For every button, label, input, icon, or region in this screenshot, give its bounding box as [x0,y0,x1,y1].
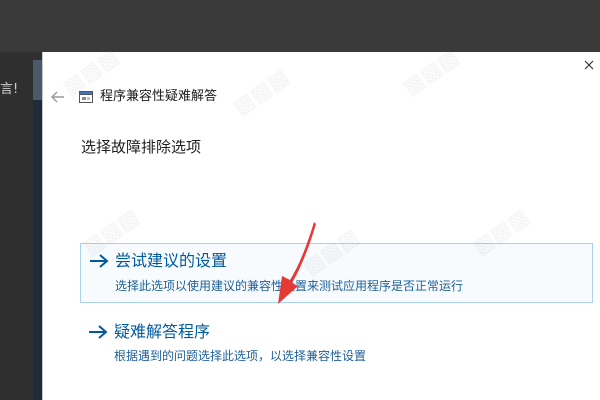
close-icon [584,60,594,70]
compatibility-troubleshooter-icon [79,91,93,103]
close-button[interactable] [577,52,600,78]
dialog-title: 程序兼容性疑难解答 [100,89,218,104]
option-try-recommended-settings[interactable]: 尝试建议的设置 选择此选项以使用建议的兼容性设置来测试应用程序是否正常运行 [80,243,593,303]
background-edge-decoration [33,60,42,100]
back-button[interactable] [49,89,67,105]
troubleshooter-dialog: 程序兼容性疑难解答 选择故障排除选项 尝试建议的设置 选择此选项以使用建议的兼容… [42,52,600,400]
background-partial-text: 言! [0,82,19,97]
background-window-edge [33,60,42,400]
back-arrow-icon [51,91,64,103]
option-description: 选择此选项以使用建议的兼容性设置来测试应用程序是否正常运行 [115,279,464,293]
background-window-strip [0,0,600,52]
arrow-right-icon [89,325,108,339]
option-title: 尝试建议的设置 [115,251,228,270]
option-description: 根据遇到的问题选择此选项，以选择兼容性设置 [114,349,367,363]
option-troubleshoot-program[interactable]: 疑难解答程序 根据遇到的问题选择此选项，以选择兼容性设置 [80,316,593,366]
option-title: 疑难解答程序 [114,322,211,341]
arrow-right-icon [90,254,109,268]
page-heading: 选择故障排除选项 [81,138,202,156]
